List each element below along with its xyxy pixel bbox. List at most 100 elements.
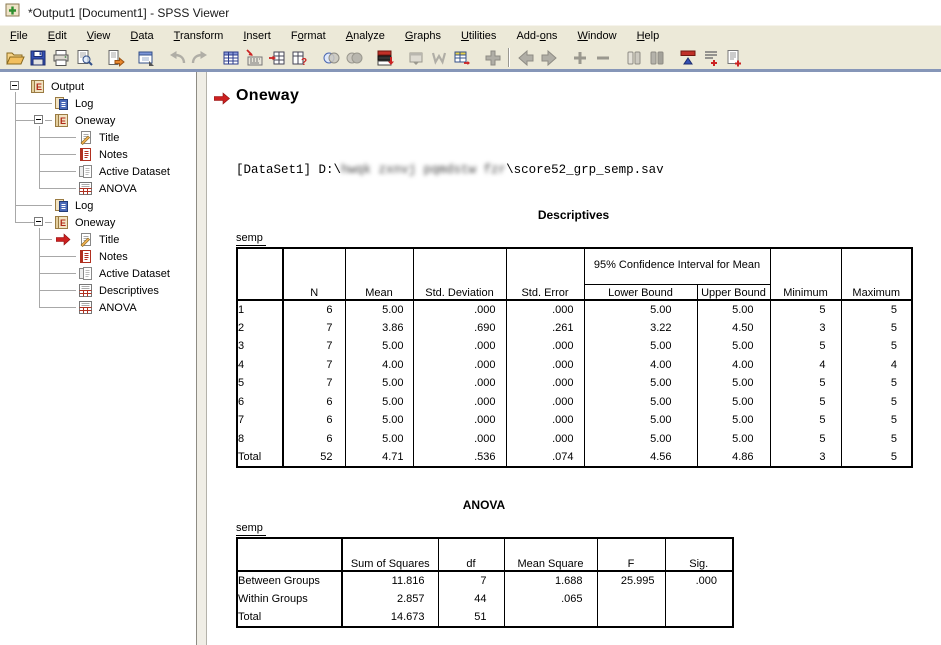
goto-data-button[interactable] [242, 47, 265, 69]
print-preview-icon [74, 48, 94, 68]
menu-data[interactable]: Data [120, 27, 163, 45]
svg-text:E: E [60, 116, 66, 126]
tree-guide [4, 214, 28, 231]
tree-item-title[interactable]: Title [4, 129, 196, 146]
save-button[interactable] [26, 47, 49, 69]
menu-transform[interactable]: Transform [164, 27, 234, 45]
tree-expander[interactable] [34, 115, 43, 124]
open-icon [5, 48, 25, 68]
prev-arrow-button[interactable] [514, 47, 537, 69]
goto-table-button[interactable] [219, 47, 242, 69]
tree-item-label: Oneway [73, 115, 117, 127]
tree-item-label: Descriptives [97, 285, 161, 297]
menu-window[interactable]: Window [567, 27, 626, 45]
tree-item-notes[interactable]: Notes [4, 248, 196, 265]
menu-view[interactable]: View [77, 27, 121, 45]
tree-item-notes[interactable]: Notes [4, 146, 196, 163]
column-header: F [597, 538, 665, 571]
nav-cross-button[interactable] [481, 47, 504, 69]
select-w-button[interactable] [427, 47, 450, 69]
tree-item-anova[interactable]: ANOVA [4, 180, 196, 197]
tree-guide [28, 146, 52, 163]
next-arrow-button[interactable] [537, 47, 560, 69]
print-preview-button[interactable] [72, 47, 95, 69]
menu-analyze[interactable]: Analyze [336, 27, 395, 45]
collapse-button[interactable] [591, 47, 614, 69]
title-bar[interactable]: *Output1 [Document1] - SPSS Viewer [0, 0, 941, 25]
data-editor-icon [452, 48, 472, 68]
tree-item-label: Output [49, 81, 86, 93]
menu-graphs[interactable]: Graphs [395, 27, 451, 45]
tree-guide [52, 180, 76, 197]
show-outline-icon [624, 48, 644, 68]
circles-disabled-button[interactable] [342, 47, 365, 69]
variables-button[interactable]: ? [288, 47, 311, 69]
dialog-recall-button[interactable] [134, 47, 157, 69]
anova-caption: semp [236, 522, 266, 536]
tree-expander[interactable] [34, 217, 43, 226]
anova-table[interactable]: Sum of SquaresdfMean SquareFSig.Between … [236, 537, 734, 628]
goto-case-button[interactable] [265, 47, 288, 69]
find-circles-button[interactable] [319, 47, 342, 69]
stattable-icon [78, 283, 93, 298]
output-pane[interactable]: Oneway [DataSet1] D:\hwqk zxnvj pqmdstw … [207, 72, 941, 645]
tree-item-descriptives[interactable]: Descriptives [4, 282, 196, 299]
tree-guide [4, 248, 28, 265]
insert-title-button[interactable] [699, 47, 722, 69]
column-header: df [438, 538, 504, 571]
table-row: Total524.71.536.0744.564.8635 [237, 448, 912, 467]
svg-text:E: E [36, 82, 42, 92]
menu-file[interactable]: File [0, 27, 38, 45]
expand-button[interactable] [568, 47, 591, 69]
select-w-icon [429, 48, 449, 68]
dataset-icon [78, 266, 93, 281]
ci-group-header: 95% Confidence Interval for Mean [584, 248, 770, 284]
menu-format[interactable]: Format [281, 27, 336, 45]
tree-item-label: ANOVA [97, 183, 139, 195]
tree-item-output[interactable]: E Output [4, 78, 196, 95]
export-button[interactable] [103, 47, 126, 69]
find-circles-icon [321, 48, 341, 68]
oneway-icon: E [54, 113, 69, 128]
use-sets-button[interactable] [373, 47, 396, 69]
output-section-title: Oneway [236, 87, 299, 105]
menu-add-ons[interactable]: Add-ons [506, 27, 567, 45]
data-editor-button[interactable] [450, 47, 473, 69]
pane-splitter[interactable] [196, 72, 207, 645]
show-outline-button[interactable] [622, 47, 645, 69]
collapse-icon [593, 48, 613, 68]
tree-item-title[interactable]: Title [4, 231, 196, 248]
tree-guide [28, 197, 52, 214]
table-row: 575.00.000.0005.005.0055 [237, 374, 912, 393]
window-down-button[interactable] [404, 47, 427, 69]
table-row: 665.00.000.0005.005.0055 [237, 393, 912, 412]
hide-outline-button[interactable] [645, 47, 668, 69]
menu-insert[interactable]: Insert [233, 27, 281, 45]
tree-item-oneway[interactable]: E Oneway [4, 112, 196, 129]
insert-heading-button[interactable] [676, 47, 699, 69]
tree-guide [28, 129, 52, 146]
svg-text:?: ? [301, 57, 307, 68]
notes-icon [78, 249, 93, 264]
tree-guide [28, 265, 52, 282]
menu-edit[interactable]: Edit [38, 27, 77, 45]
tree-item-active-dataset[interactable]: Active Dataset [4, 163, 196, 180]
redo-button[interactable] [188, 47, 211, 69]
tree-guide [52, 282, 76, 299]
tree-item-active-dataset[interactable]: Active Dataset [4, 265, 196, 282]
save-icon [28, 48, 48, 68]
menu-help[interactable]: Help [627, 27, 670, 45]
undo-button[interactable] [165, 47, 188, 69]
tree-expander[interactable] [10, 81, 19, 90]
tree-guide [4, 299, 28, 316]
open-button[interactable] [3, 47, 26, 69]
insert-text-button[interactable] [722, 47, 745, 69]
print-button[interactable] [49, 47, 72, 69]
tree-item-log[interactable]: Log [4, 95, 196, 112]
tree-item-oneway[interactable]: EOneway [4, 214, 196, 231]
tree-item-log[interactable]: Log [4, 197, 196, 214]
descriptives-table[interactable]: NMeanStd. DeviationStd. Error95% Confide… [236, 247, 913, 468]
tree-item-anova[interactable]: ANOVA [4, 299, 196, 316]
menu-utilities[interactable]: Utilities [451, 27, 506, 45]
app-icon[interactable] [5, 2, 21, 23]
